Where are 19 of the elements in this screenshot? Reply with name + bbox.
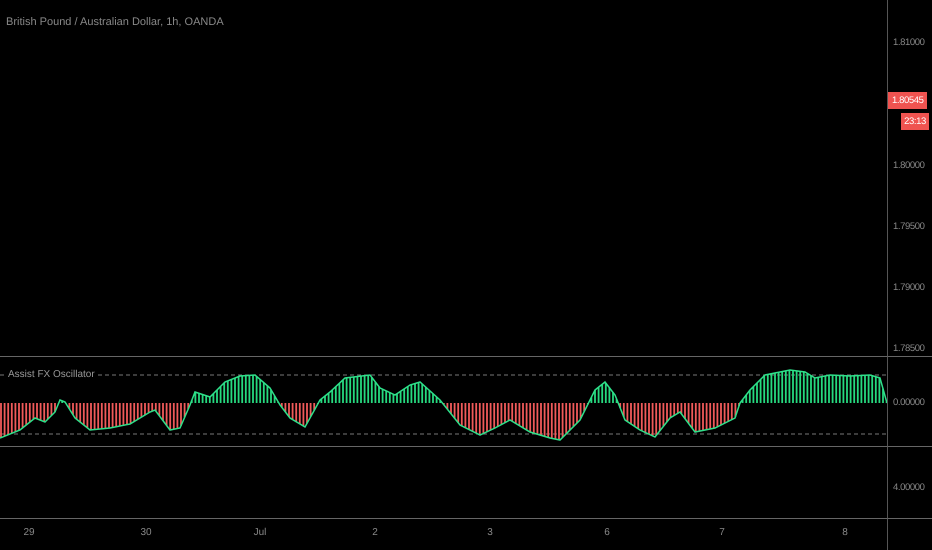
chart-title: British Pound / Australian Dollar, 1h, OANDA (6, 16, 224, 28)
time-label: 29 (22, 527, 36, 538)
time-label: 2 (371, 527, 379, 538)
time-label: 3 (486, 527, 494, 538)
axis-label: 4.00000 (892, 481, 925, 495)
price-label: 1.81000 (892, 36, 925, 50)
price-label: 1.80000 (892, 159, 925, 173)
countdown-tag: 23:13 (901, 113, 929, 130)
axis-label: 0.00000 (892, 396, 925, 410)
price-label: 1.79500 (892, 220, 925, 234)
time-label: 8 (841, 527, 849, 538)
price-label: 1.78500 (892, 342, 925, 356)
price-tag: 1.80545 (888, 92, 927, 109)
indicator-title: Assist FX Oscillator (6, 369, 97, 380)
time-label: 7 (718, 527, 726, 538)
time-label: Jul (252, 527, 268, 538)
time-label: 6 (603, 527, 611, 538)
price-label: 1.79000 (892, 281, 925, 295)
time-label: 30 (139, 527, 153, 538)
